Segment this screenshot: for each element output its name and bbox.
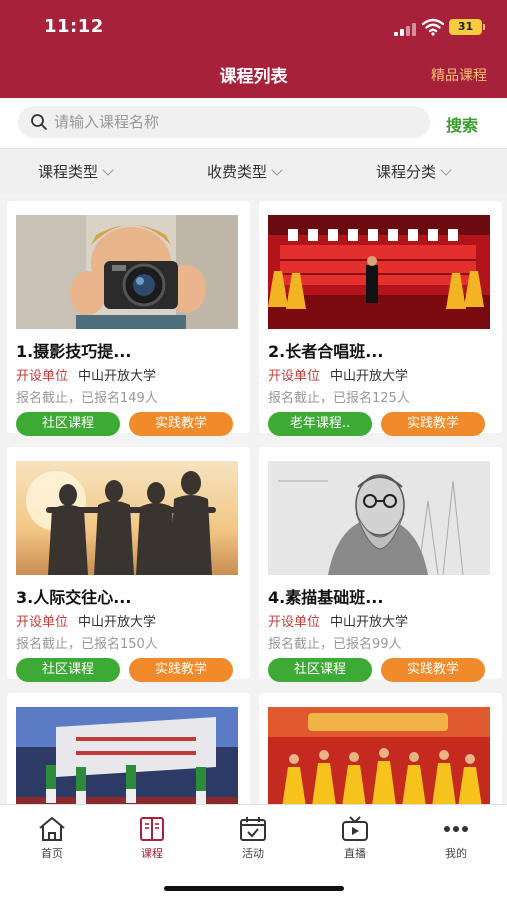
course-title: 4.素描基础班... (268, 588, 384, 607)
tag-course-type: 老年课程.. (268, 412, 372, 436)
course-card[interactable] (7, 693, 250, 804)
search-box[interactable] (18, 106, 430, 138)
status-bar: 11:12 31 (0, 0, 507, 52)
live-tv-icon (342, 816, 368, 841)
tab-label: 活动 (242, 847, 264, 860)
course-unit: 开设单位 中山开放大学 (16, 611, 156, 630)
filter-label: 课程类型 (38, 163, 99, 181)
filter-course-type[interactable]: 课程类型 (38, 161, 114, 182)
filter-label: 收费类型 (207, 163, 268, 181)
filter-course-category[interactable]: 课程分类 (376, 161, 452, 182)
unit-label: 开设单位 (16, 615, 69, 630)
chevron-down-icon (440, 164, 452, 176)
course-title: 3.人际交往心... (16, 588, 132, 607)
course-thumbnail-sketch (268, 461, 490, 575)
tag-course-type: 社区课程 (16, 412, 120, 436)
course-title: 2.长者合唱班... (268, 342, 384, 361)
course-unit: 开设单位 中山开放大学 (268, 365, 408, 384)
course-thumbnail-performance (268, 707, 490, 804)
enroll-status: 报名截止，已报名99人 (268, 637, 402, 652)
more-dots-icon (444, 826, 468, 832)
wifi-icon (422, 18, 444, 36)
unit-label: 开设单位 (16, 369, 69, 384)
home-indicator (164, 886, 344, 891)
calendar-check-icon (240, 817, 266, 841)
top-header: 11:12 31 课程列表 精品课程 (0, 0, 507, 98)
battery-icon: 31 (449, 19, 485, 35)
premium-courses-link[interactable]: 精品课程 (431, 65, 487, 85)
filter-label: 课程分类 (376, 163, 437, 181)
course-card[interactable]: 3.人际交往心... 开设单位 中山开放大学 报名截止，已报名150人 社区课程 … (7, 447, 250, 682)
tab-label: 我的 (445, 847, 467, 860)
course-card[interactable] (259, 693, 502, 804)
tab-label: 首页 (41, 847, 63, 860)
course-unit: 开设单位 中山开放大学 (268, 611, 408, 630)
filter-bar: 课程类型 收费类型 课程分类 (0, 148, 507, 194)
course-card[interactable]: 1.摄影技巧提... 开设单位 中山开放大学 报名截止，已报名149人 社区课程 … (7, 201, 250, 436)
course-unit: 开设单位 中山开放大学 (16, 365, 156, 384)
tab-label: 直播 (344, 847, 366, 860)
filter-fee-type[interactable]: 收费类型 (207, 161, 283, 182)
course-thumbnail-social (16, 461, 238, 575)
chevron-down-icon (271, 164, 283, 176)
course-grid: 1.摄影技巧提... 开设单位 中山开放大学 报名截止，已报名149人 社区课程 … (0, 194, 507, 804)
enroll-status: 报名截止，已报名150人 (16, 637, 158, 652)
course-card[interactable]: 4.素描基础班... 开设单位 中山开放大学 报名截止，已报名99人 社区课程 实… (259, 447, 502, 682)
cellular-signal-icon (394, 22, 416, 36)
tag-teaching-type: 实践教学 (129, 412, 233, 436)
chevron-down-icon (102, 164, 114, 176)
tab-live[interactable]: 直播 (325, 815, 385, 861)
search-icon (31, 114, 47, 130)
tag-course-type: 社区课程 (16, 658, 120, 682)
tab-home[interactable]: 首页 (22, 815, 82, 861)
unit-value: 中山开放大学 (78, 369, 157, 384)
tag-course-type: 社区课程 (268, 658, 372, 682)
course-thumbnail-photography (16, 215, 238, 329)
unit-label: 开设单位 (268, 369, 321, 384)
tab-mine[interactable]: 我的 (426, 815, 486, 861)
tag-teaching-type: 实践教学 (129, 658, 233, 682)
unit-value: 中山开放大学 (78, 615, 157, 630)
course-thumbnail-dance (16, 707, 238, 804)
unit-value: 中山开放大学 (330, 369, 409, 384)
book-icon (140, 817, 164, 841)
enroll-status: 报名截止，已报名125人 (268, 391, 410, 406)
unit-value: 中山开放大学 (330, 615, 409, 630)
tag-teaching-type: 实践教学 (381, 658, 485, 682)
battery-level: 31 (457, 20, 474, 33)
search-bar: 搜索 (0, 98, 507, 148)
tag-teaching-type: 实践教学 (381, 412, 485, 436)
search-input[interactable] (54, 106, 414, 138)
course-title: 1.摄影技巧提... (16, 342, 132, 361)
status-time: 11:12 (44, 16, 104, 37)
search-button[interactable]: 搜索 (446, 112, 478, 136)
tab-label: 课程 (141, 847, 163, 860)
enroll-status: 报名截止，已报名149人 (16, 391, 158, 406)
tab-courses[interactable]: 课程 (122, 815, 182, 861)
course-card[interactable]: 2.长者合唱班... 开设单位 中山开放大学 报名截止，已报名125人 老年课程.… (259, 201, 502, 436)
home-icon (39, 817, 65, 841)
tab-activities[interactable]: 活动 (223, 815, 283, 861)
course-thumbnail-choir (268, 215, 490, 329)
unit-label: 开设单位 (268, 615, 321, 630)
